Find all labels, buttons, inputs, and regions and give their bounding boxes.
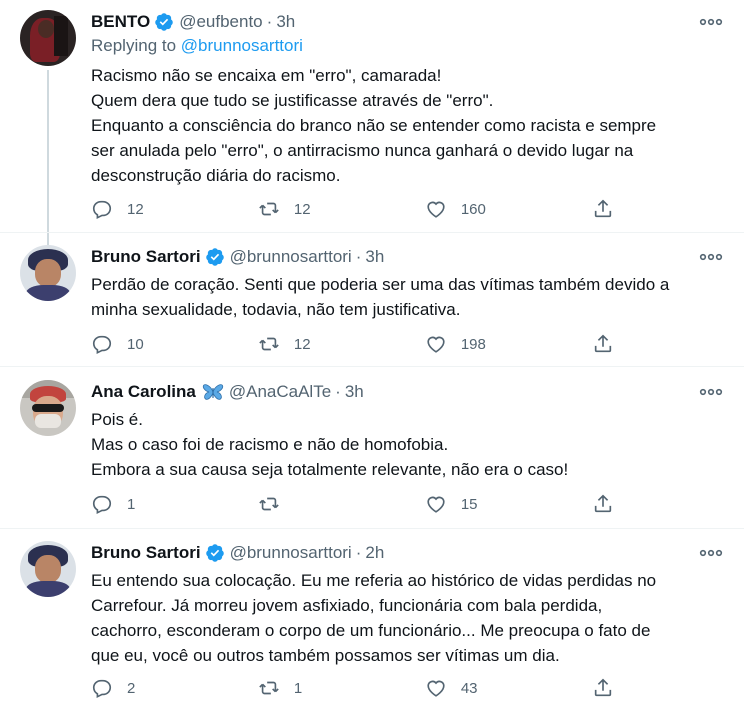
replying-to: Replying to @brunnosarttori [91,36,724,60]
conversation-thread: BENTO @eufbento · 3h Replying to @brunno… [0,0,744,713]
reply-mention-link[interactable]: @brunnosarttori [181,36,303,55]
more-options-icon[interactable] [698,543,724,563]
separator-dot: · [335,382,341,401]
like-icon [427,201,445,218]
timestamp[interactable]: 2h [365,543,384,563]
tweet-text: Perdão de coração. Senti que poderia ser… [91,275,670,319]
timestamp[interactable]: 3h [365,247,384,267]
like-button[interactable]: 198 [425,333,592,355]
tweet-text: Eu entendo sua colocação. Eu me referia … [91,571,657,665]
avatar[interactable] [20,245,76,301]
reply-count: 12 [127,200,144,218]
more-options-icon[interactable] [698,382,724,402]
like-button[interactable]: 15 [425,493,592,515]
share-button[interactable] [592,677,631,699]
retweet-count: 12 [293,200,311,218]
like-icon [427,496,445,513]
tweet[interactable]: Ana Carolina @AnaCaAlTe · 3h Pois é. Mas… [0,367,744,529]
separator-dot: · [266,12,273,31]
display-name[interactable]: Bruno Sartori [91,247,201,267]
reply-icon [92,335,112,355]
action-bar: 2 1 43 [91,675,631,701]
retweet-button[interactable] [258,493,425,515]
like-count: 43 [460,679,478,697]
like-button[interactable]: 43 [425,677,592,699]
like-count: 198 [460,335,486,353]
reply-button[interactable]: 12 [91,198,258,220]
butterfly-emoji-icon [202,384,223,400]
reply-button[interactable]: 1 [91,493,258,515]
avatar[interactable] [20,380,76,436]
tweet-text: Racismo não se encaixa em "erro", camara… [91,66,657,185]
reply-icon [92,679,112,699]
share-button[interactable] [592,333,631,355]
retweet-count: 1 [293,679,303,697]
retweet-icon [259,681,279,695]
reply-count: 1 [127,495,136,513]
thread-connector [47,70,49,245]
retweet-button[interactable]: 12 [258,333,425,355]
separator-dot: · [355,543,362,562]
reply-button[interactable]: 2 [91,677,258,699]
reply-count: 2 [127,679,136,697]
verified-badge-icon [155,13,173,31]
like-button[interactable]: 160 [425,198,592,220]
share-button[interactable] [592,198,631,220]
retweet-button[interactable]: 1 [258,677,425,699]
retweet-button[interactable]: 12 [258,198,425,220]
retweet-icon [259,337,279,351]
timestamp[interactable]: 3h [345,382,364,402]
display-name[interactable]: BENTO [91,12,150,32]
share-icon [594,199,611,218]
retweet-count: 12 [293,335,311,353]
reply-prefix: Replying to [91,36,181,55]
verified-badge-icon [205,544,224,562]
reply-button[interactable]: 10 [91,333,258,355]
tweet[interactable]: Bruno Sartori @brunnosarttori · 2h Eu en… [0,529,744,713]
username[interactable]: @brunnosarttori [230,247,352,267]
share-icon [594,494,611,513]
action-bar: 12 12 160 [91,196,631,222]
like-count: 160 [460,200,486,218]
reply-count: 10 [127,335,144,353]
action-bar: 10 12 198 [91,331,631,357]
like-icon [427,680,445,697]
share-icon [594,678,611,697]
avatar[interactable] [20,541,76,597]
tweet[interactable]: BENTO @eufbento · 3h Replying to @brunno… [0,0,744,245]
tweet[interactable]: Bruno Sartori @brunnosarttori · 3h Perdã… [0,233,744,367]
more-options-icon[interactable] [698,247,724,267]
share-icon [594,334,611,353]
like-icon [427,336,445,353]
separator-dot: · [355,247,362,266]
retweet-icon [259,497,279,511]
tweet-text: Pois é. Mas o caso foi de racismo e não … [91,410,569,479]
verified-badge-icon [205,248,224,266]
more-options-icon[interactable] [698,12,724,32]
username[interactable]: @AnaCaAlTe [229,382,331,402]
avatar[interactable] [20,10,76,66]
reply-icon [92,495,112,515]
display-name[interactable]: Bruno Sartori [91,543,201,563]
timestamp[interactable]: 3h [276,12,295,32]
username[interactable]: @eufbento [179,12,262,32]
reply-icon [92,200,112,220]
action-bar: 1 15 [91,491,631,517]
username[interactable]: @brunnosarttori [230,543,352,563]
retweet-icon [259,202,279,216]
share-button[interactable] [592,493,631,515]
display-name[interactable]: Ana Carolina [91,382,196,402]
like-count: 15 [460,495,478,513]
